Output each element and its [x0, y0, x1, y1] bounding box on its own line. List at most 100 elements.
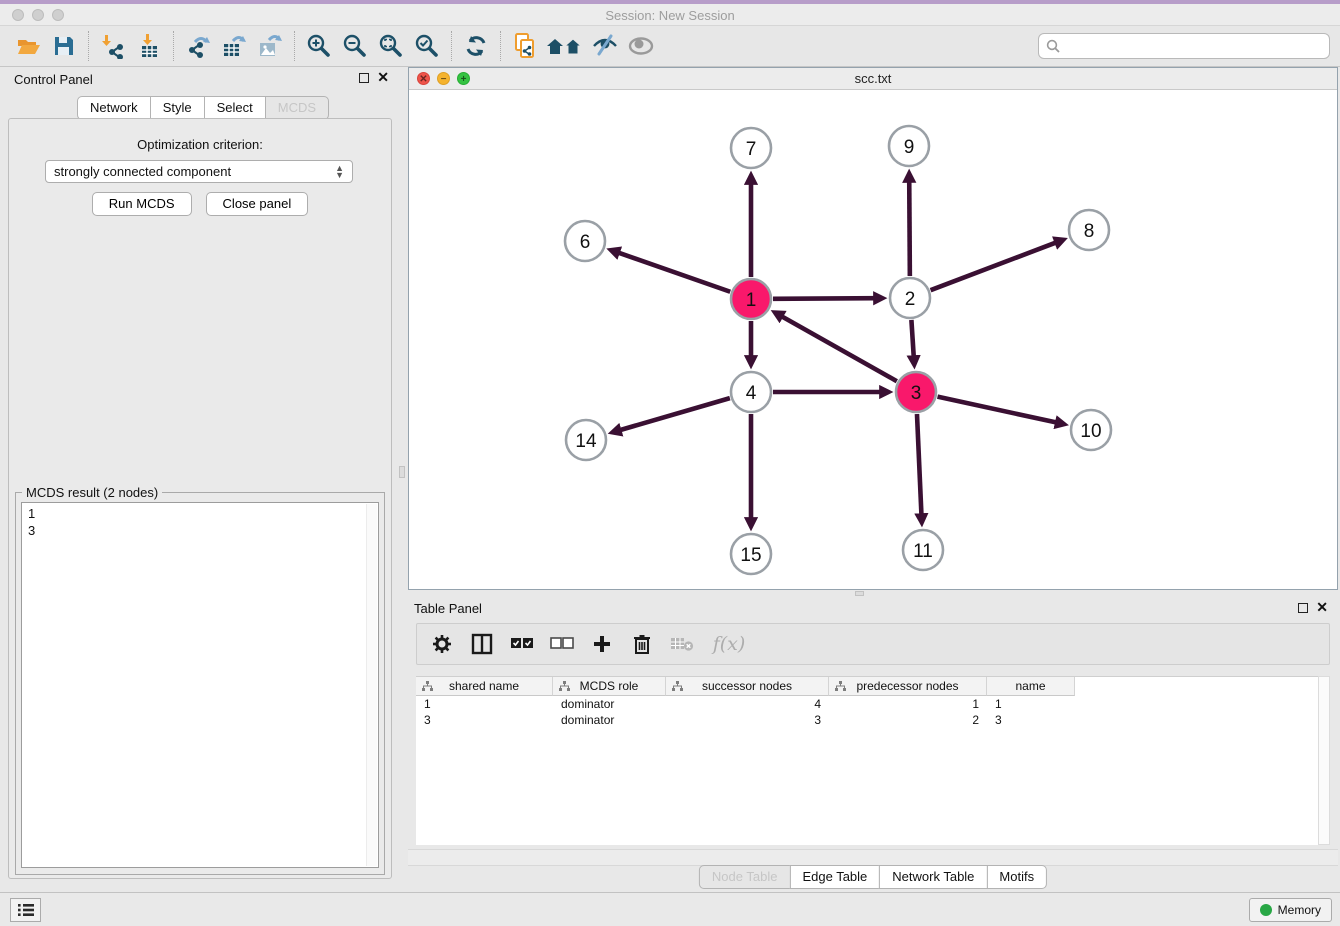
edge-4-14[interactable] — [619, 398, 730, 430]
edge-2-8[interactable] — [931, 242, 1058, 290]
memory-button[interactable]: Memory — [1249, 898, 1332, 922]
node-14[interactable]: 14 — [566, 420, 606, 460]
search-input[interactable] — [1061, 39, 1329, 54]
run-mcds-button[interactable]: Run MCDS — [92, 192, 192, 216]
table-cell[interactable]: dominator — [553, 712, 666, 728]
column-label: predecessor nodes — [856, 679, 958, 693]
mcds-result-area[interactable]: 1 3 — [21, 502, 379, 868]
control-panel-close-icon[interactable]: ✕ — [377, 69, 389, 86]
criterion-select[interactable]: strongly connected component ▲▼ — [45, 160, 353, 183]
table-cell[interactable]: 1 — [416, 696, 553, 712]
table-cell[interactable]: 3 — [416, 712, 553, 728]
table-panel-close-icon[interactable]: ✕ — [1316, 599, 1328, 616]
node-9[interactable]: 9 — [889, 126, 929, 166]
control-panel: Control Panel ✕ NetworkStyleSelectMCDS O… — [0, 67, 401, 892]
edge-2-3[interactable] — [911, 320, 913, 358]
node-4[interactable]: 4 — [731, 372, 771, 412]
network-canvas[interactable]: 7 9 6 8 1 2 4 3 14 10 15 11 — [409, 90, 1337, 589]
search-icon — [1045, 38, 1061, 54]
node-table[interactable]: shared nameMCDS rolesuccessor nodes prede… — [416, 676, 1318, 845]
node-2[interactable]: 2 — [890, 278, 930, 318]
column-header-name[interactable]: name — [987, 677, 1075, 696]
table-cell[interactable]: 1 — [987, 696, 1075, 712]
edge-3-11[interactable] — [917, 414, 922, 516]
add-column-icon[interactable] — [589, 631, 615, 657]
table-cell[interactable]: 2 — [829, 712, 987, 728]
tab-select[interactable]: Select — [204, 96, 266, 120]
node-10[interactable]: 10 — [1071, 410, 1111, 450]
table-tabs: Node TableEdge TableNetwork TableMotifs — [699, 865, 1047, 889]
global-search-field[interactable] — [1038, 33, 1330, 59]
zoom-out-icon[interactable] — [337, 29, 373, 63]
export-network-icon[interactable] — [180, 29, 216, 63]
home-icon[interactable] — [543, 29, 587, 63]
split-columns-icon[interactable] — [469, 631, 495, 657]
tab-motifs[interactable]: Motifs — [986, 865, 1047, 889]
tab-style[interactable]: Style — [150, 96, 205, 120]
table-cell[interactable]: dominator — [553, 696, 666, 712]
import-network-icon[interactable] — [95, 29, 131, 63]
node-8[interactable]: 8 — [1069, 210, 1109, 250]
main-toolbar — [0, 26, 1340, 67]
settings-gear-icon[interactable] — [429, 631, 455, 657]
edge-2-9[interactable] — [909, 180, 910, 276]
show-hidden-icon[interactable] — [623, 29, 659, 63]
node-7[interactable]: 7 — [731, 128, 771, 168]
show-panel-list-button[interactable] — [10, 898, 41, 922]
column-header-successor-nodes[interactable]: successor nodes — [666, 677, 829, 696]
result-scrollbar[interactable] — [366, 504, 377, 866]
tab-network[interactable]: Network — [77, 96, 151, 120]
memory-button-label: Memory — [1278, 903, 1321, 917]
table-row[interactable]: 1dominator411 — [416, 696, 1318, 712]
edge-3-1[interactable] — [781, 316, 897, 382]
horizontal-splitter-handle[interactable] — [855, 591, 864, 596]
tab-mcds[interactable]: MCDS — [265, 96, 329, 120]
refresh-view-icon[interactable] — [458, 29, 494, 63]
network-graph[interactable]: 7 9 6 8 1 2 4 3 14 10 15 11 — [409, 90, 1337, 590]
delete-column-icon[interactable] — [629, 631, 655, 657]
export-image-icon[interactable] — [252, 29, 288, 63]
list-icon — [17, 902, 35, 918]
toolbar-separator — [294, 31, 295, 61]
edge-1-2[interactable] — [773, 298, 876, 299]
network-window-titlebar[interactable]: ✕ − + scc.txt — [409, 68, 1337, 90]
toolbar-separator — [500, 31, 501, 61]
tab-network-table[interactable]: Network Table — [879, 865, 987, 889]
vertical-splitter-handle[interactable] — [399, 466, 405, 478]
import-table-icon[interactable] — [131, 29, 167, 63]
control-panel-float-icon[interactable] — [359, 73, 369, 83]
tab-edge-table[interactable]: Edge Table — [789, 865, 880, 889]
column-header-shared-name[interactable]: shared name — [416, 677, 553, 696]
open-session-icon[interactable] — [10, 29, 46, 63]
table-scrollbar[interactable] — [1318, 676, 1330, 845]
table-cell[interactable]: 3 — [666, 712, 829, 728]
clone-network-icon[interactable] — [507, 29, 543, 63]
deselect-all-columns-icon[interactable] — [549, 631, 575, 657]
export-table-icon[interactable] — [216, 29, 252, 63]
zoom-selected-icon[interactable] — [409, 29, 445, 63]
column-header-MCDS-role[interactable]: MCDS role — [553, 677, 666, 696]
table-panel-float-icon[interactable] — [1298, 603, 1308, 613]
column-header-predecessor-nodes[interactable]: predecessor nodes — [829, 677, 987, 696]
table-cell[interactable]: 3 — [987, 712, 1075, 728]
save-session-icon[interactable] — [46, 29, 82, 63]
node-15[interactable]: 15 — [731, 534, 771, 574]
hide-panels-icon[interactable] — [587, 29, 623, 63]
edge-1-6[interactable] — [617, 252, 730, 292]
zoom-fit-icon[interactable] — [373, 29, 409, 63]
close-panel-button[interactable]: Close panel — [206, 192, 309, 216]
node-11[interactable]: 11 — [903, 530, 943, 570]
network-view-window: ✕ − + scc.txt 7 9 6 8 1 2 4 3 14 10 15 11 — [408, 67, 1338, 590]
node-6[interactable]: 6 — [565, 221, 605, 261]
node-1[interactable]: 1 — [731, 279, 771, 319]
select-all-columns-icon[interactable] — [509, 631, 535, 657]
tab-node-table[interactable]: Node Table — [699, 865, 791, 889]
svg-text:15: 15 — [740, 545, 761, 566]
zoom-in-icon[interactable] — [301, 29, 337, 63]
table-cell[interactable]: 1 — [829, 696, 987, 712]
node-3[interactable]: 3 — [896, 372, 936, 412]
table-row[interactable]: 3dominator323 — [416, 712, 1318, 728]
edge-3-10[interactable] — [937, 397, 1057, 423]
toolbar-separator — [173, 31, 174, 61]
table-cell[interactable]: 4 — [666, 696, 829, 712]
